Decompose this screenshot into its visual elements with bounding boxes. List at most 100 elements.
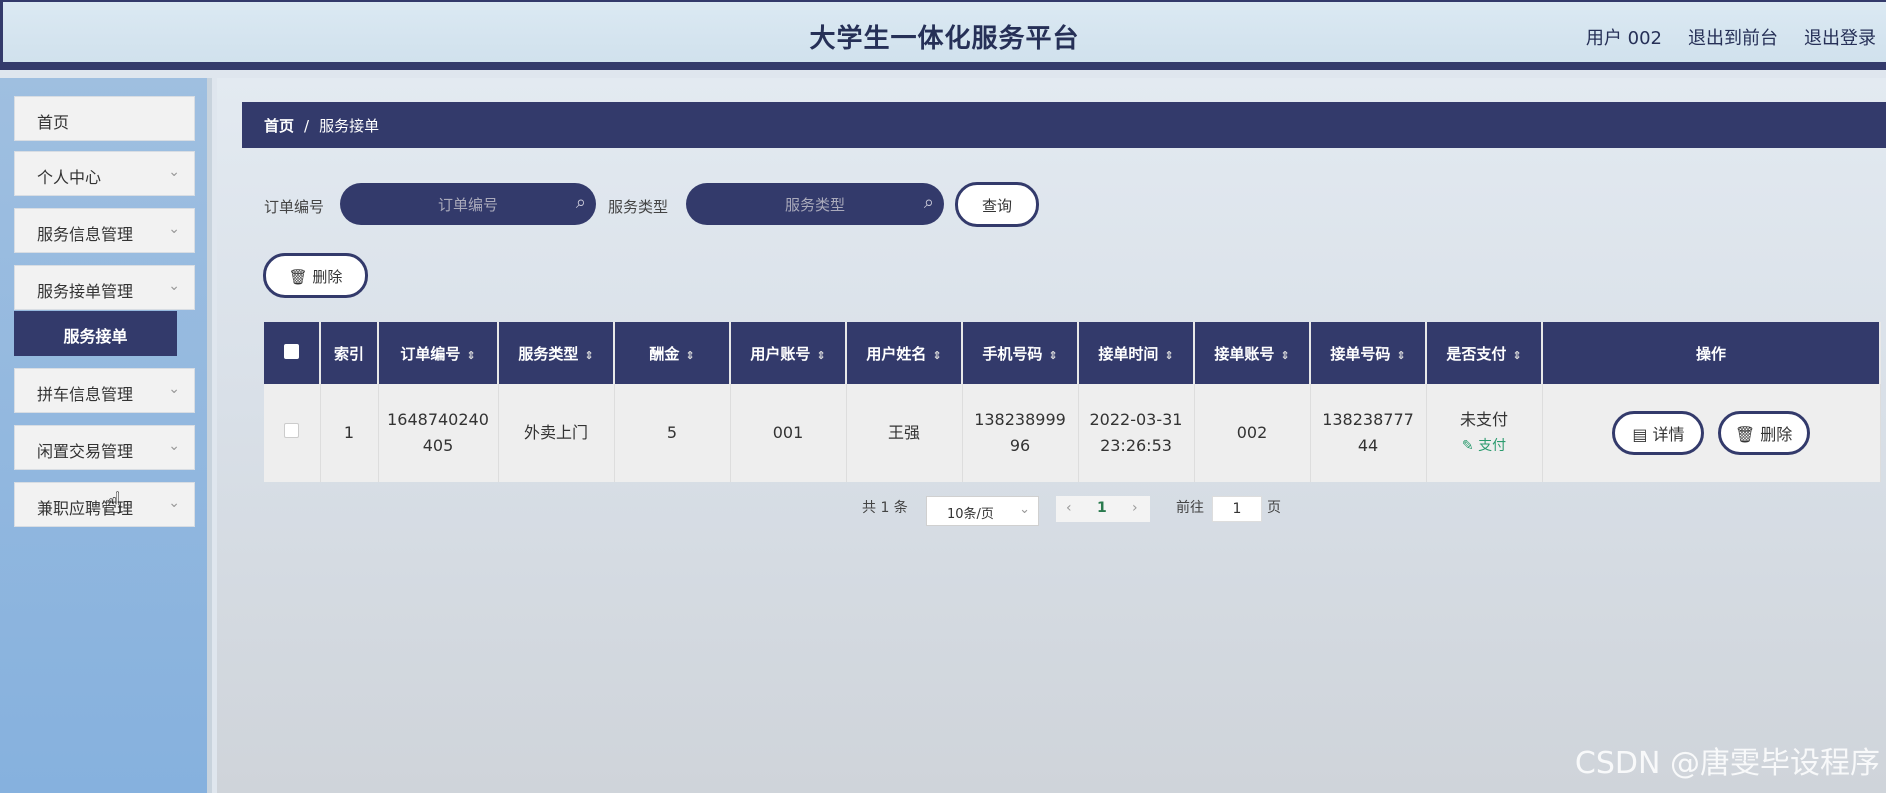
chevron-down-icon: ⌄ [168, 438, 180, 454]
orders-table: 索引 订单编号 ⇕ 服务类型 ⇕ 酬金 ⇕ 用户账号 ⇕ 用户姓名 ⇕ 手机号码 ⇕ 接单时… [264, 322, 1881, 482]
column-header-label: 手机号码 [982, 344, 1043, 363]
top-header: 大学生一体化服务平台 用户 002 退出到前台 退出登录 [0, 0, 1886, 70]
column-header-taker-phone[interactable]: 接单号码 ⇕ [1310, 322, 1427, 384]
sidebar-item-carpool[interactable]: 拼车信息管理 ⌄ [14, 368, 195, 413]
select-all-cell[interactable] [264, 322, 321, 384]
column-header-user-name[interactable]: 用户姓名 ⇕ [846, 322, 963, 384]
row-delete-label: 删除 [1760, 425, 1793, 444]
detail-button-label: 详情 [1652, 425, 1685, 444]
sidebar-item-label: 闲置交易管理 [37, 442, 134, 461]
detail-button[interactable]: ▤ 详情 [1612, 411, 1705, 455]
column-header-label: 接单时间 [1098, 344, 1159, 363]
order-number-label: 订单编号 [264, 198, 325, 216]
current-page-number[interactable]: 1 [1097, 500, 1107, 516]
cell-order-no: 1648740240 405 [378, 384, 499, 482]
cell-line: 405 [422, 436, 454, 455]
row-select-cell[interactable] [264, 384, 321, 482]
sort-icon[interactable]: ⇕ [816, 349, 825, 362]
sort-icon[interactable]: ⇕ [466, 349, 475, 362]
cell-line: 23:26:53 [1100, 436, 1172, 455]
row-checkbox[interactable] [284, 423, 300, 438]
goto-suffix: 页 [1267, 500, 1281, 516]
sidebar-item-service-orders[interactable]: 服务接单管理 ⌄ [14, 265, 195, 310]
sort-icon[interactable]: ⇕ [932, 349, 941, 362]
cell-line: 1648740240 [387, 410, 489, 429]
goto-label: 前往 [1176, 500, 1204, 516]
sort-icon[interactable]: ⇕ [1396, 349, 1405, 362]
sort-icon[interactable]: ⇕ [1048, 349, 1057, 362]
breadcrumb: 首页 / 服务接单 [242, 102, 1886, 148]
column-header-order-no[interactable]: 订单编号 ⇕ [378, 322, 499, 384]
chevron-down-icon: ⌄ [168, 164, 180, 180]
column-header-time[interactable]: 接单时间 ⇕ [1078, 322, 1195, 384]
sort-icon[interactable]: ⇕ [584, 349, 593, 362]
sort-icon[interactable]: ⇕ [1164, 349, 1173, 362]
column-header-phone[interactable]: 手机号码 ⇕ [962, 322, 1079, 384]
exit-to-front-link[interactable]: 退出到前台 [1688, 24, 1778, 50]
cell-user-account: 001 [730, 384, 847, 482]
column-header-service-type[interactable]: 服务类型 ⇕ [498, 322, 615, 384]
column-header-user-account[interactable]: 用户账号 ⇕ [730, 322, 847, 384]
cell-taker-account: 002 [1194, 384, 1311, 482]
service-type-input[interactable]: 服务类型 ⌕ [686, 183, 944, 225]
query-button[interactable]: 查询 [955, 182, 1039, 227]
table-header-row: 索引 订单编号 ⇕ 服务类型 ⇕ 酬金 ⇕ 用户账号 ⇕ 用户姓名 ⇕ 手机号码 ⇕ 接单时… [264, 322, 1881, 384]
sidebar-item-label: 个人中心 [37, 168, 102, 187]
query-button-label: 查询 [981, 197, 1012, 215]
paid-status: 未支付 [1459, 410, 1508, 429]
column-header-reward[interactable]: 酬金 ⇕ [614, 322, 731, 384]
sidebar-item-service-info[interactable]: 服务信息管理 ⌄ [14, 208, 195, 253]
search-icon: ⌕ [923, 192, 934, 213]
prev-page-icon[interactable]: ‹ [1066, 500, 1072, 516]
cell-phone: 138238999 96 [962, 384, 1079, 482]
batch-delete-button[interactable]: 🗑 删除 [263, 253, 368, 298]
sidebar-item-home[interactable]: 首页 [14, 96, 195, 141]
trash-icon: 🗑 [1734, 425, 1756, 444]
table-row: 1 1648740240 405 外卖上门 5 001 王强 138238999 9… [264, 384, 1881, 482]
sidebar-item-second-hand[interactable]: 闲置交易管理 ⌄ [14, 425, 195, 470]
column-header-label: 操作 [1695, 344, 1726, 363]
cell-line: 2022-03-31 [1089, 410, 1183, 429]
sort-icon[interactable]: ⇕ [1280, 349, 1289, 362]
sidebar-item-label: 服务信息管理 [37, 225, 134, 244]
cell-time: 2022-03-31 23:26:53 [1078, 384, 1195, 482]
next-page-icon[interactable]: › [1132, 500, 1138, 516]
top-links: 用户 002 退出到前台 退出登录 [1586, 24, 1876, 50]
hand-cursor-icon: ☝ [104, 486, 123, 521]
column-header-label: 用户姓名 [866, 344, 927, 363]
column-header-actions: 操作 [1542, 322, 1881, 384]
total-count: 共 1 条 [862, 500, 908, 516]
sort-icon[interactable]: ⇕ [1512, 349, 1521, 362]
sidebar: 首页 个人中心 ⌄ 服务信息管理 ⌄ 服务接单管理 ⌄ 服务接单 拼车信息管理 … [0, 78, 212, 793]
cell-paid: 未支付 ✎ 支付 [1426, 384, 1543, 482]
breadcrumb-separator: / [304, 117, 310, 135]
sidebar-item-label: 服务接单管理 [37, 282, 134, 301]
column-header-label: 接单账号 [1214, 344, 1275, 363]
batch-delete-label: 删除 [312, 268, 343, 286]
sidebar-item-personal-center[interactable]: 个人中心 ⌄ [14, 151, 195, 196]
select-all-checkbox[interactable] [284, 343, 299, 359]
cell-actions: ▤ 详情 🗑 删除 [1542, 384, 1881, 482]
sidebar-subitem-service-order[interactable]: 服务接单 [14, 311, 177, 356]
column-header-label: 订单编号 [400, 344, 461, 363]
column-header-paid[interactable]: 是否支付 ⇕ [1426, 322, 1543, 384]
goto-page-input[interactable]: 1 [1212, 496, 1262, 522]
service-type-label: 服务类型 [608, 198, 669, 216]
row-delete-button[interactable]: 🗑 删除 [1717, 411, 1810, 455]
logout-link[interactable]: 退出登录 [1804, 24, 1876, 50]
pay-link[interactable]: ✎ 支付 [1428, 433, 1541, 459]
page-size-select[interactable]: 10条/页 ⌄ [926, 496, 1039, 526]
cell-line: 138238999 [974, 410, 1066, 429]
page-size-value: 10条/页 [947, 507, 994, 522]
cell-line: 44 [1357, 436, 1379, 455]
user-label[interactable]: 用户 002 [1586, 24, 1662, 50]
document-icon: ▤ [1632, 425, 1648, 444]
pager-nav: ‹ 1 › [1056, 496, 1150, 522]
column-header-label: 接单号码 [1330, 344, 1391, 363]
column-header-taker-account[interactable]: 接单账号 ⇕ [1194, 322, 1311, 384]
column-header-index: 索引 [320, 322, 379, 384]
cell-index: 1 [320, 384, 379, 482]
breadcrumb-home[interactable]: 首页 [264, 117, 294, 135]
order-number-input[interactable]: 订单编号 ⌕ [340, 183, 596, 225]
sort-icon[interactable]: ⇕ [685, 349, 694, 362]
